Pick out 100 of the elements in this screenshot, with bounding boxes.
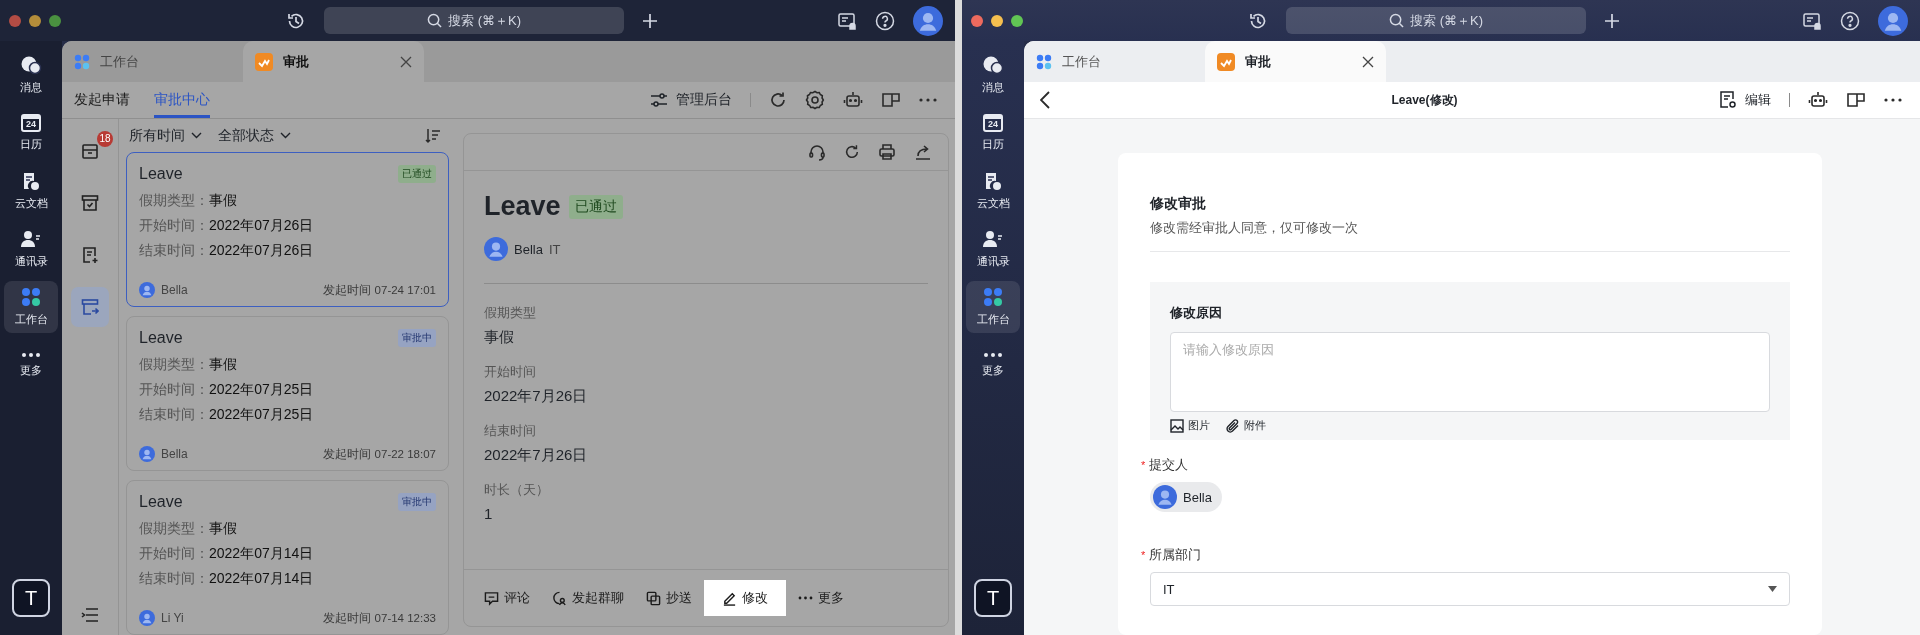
app-tab[interactable]: 工作台 (1024, 41, 1205, 82)
nav-tab[interactable]: 发起申请 (74, 82, 130, 118)
field-label: 结束时间 (484, 422, 537, 440)
search-field[interactable]: 搜索 (⌘＋K) (1286, 7, 1586, 34)
document-add-icon (81, 246, 99, 264)
notification-screen-icon[interactable] (837, 10, 857, 31)
field-value: 事假 (484, 328, 515, 347)
action-button[interactable]: 发起群聊 (542, 580, 634, 616)
field-value: 2022年07月25日 (209, 406, 314, 424)
refresh-icon[interactable] (769, 91, 787, 109)
share-icon[interactable] (914, 143, 932, 161)
window-minimize-icon[interactable] (991, 14, 1003, 27)
window-zoom-icon[interactable] (49, 14, 61, 27)
copy-icon (646, 590, 661, 606)
more-icon (798, 596, 813, 600)
more-icon[interactable] (1884, 98, 1902, 102)
chevron-down-icon (280, 132, 291, 139)
user-avatar (139, 446, 155, 462)
admin-link[interactable]: 管理后台 (650, 91, 732, 109)
action-button[interactable]: 更多 (788, 580, 854, 616)
search-field[interactable]: 搜索 (⌘＋K) (324, 7, 624, 34)
field-label: 结束时间： (139, 570, 209, 588)
window-zoom-icon[interactable] (1011, 14, 1023, 27)
plus-icon[interactable] (1604, 12, 1620, 29)
back-icon[interactable] (1040, 91, 1050, 109)
card-title: Leave (139, 165, 183, 183)
approval-card[interactable]: Leave 审批中 假期类型：事假 开始时间：2022年07月14日 结束时间：2022年07月14日 Li Yi 发起时间 07-14 12:33 (126, 480, 449, 635)
field-value: 事假 (209, 520, 237, 538)
rail-item[interactable]: 更多 (4, 339, 58, 391)
form-subtitle: 修改需经审批人同意，仅可修改一次 (1150, 219, 1359, 237)
side-nav-button[interactable] (71, 287, 109, 327)
image-icon (1170, 418, 1184, 433)
user-name: Bella (161, 283, 188, 297)
more-icon (983, 352, 1003, 358)
attachment-button[interactable]: 附件 (1226, 418, 1266, 433)
document-cloud-icon (983, 171, 1003, 191)
notification-screen-icon[interactable] (1802, 10, 1822, 31)
action-button[interactable]: 修改 (704, 580, 786, 616)
search-icon (427, 13, 442, 28)
window-close-icon[interactable] (971, 14, 983, 27)
window-minimize-icon[interactable] (29, 14, 41, 27)
approval-card[interactable]: Leave 审批中 假期类型：事假 开始时间：2022年07月25日 结束时间：2022年07月25日 Bella 发起时间 07-22 18:07 (126, 316, 449, 471)
rail-item[interactable]: 工作台 (966, 281, 1020, 333)
approval-app-icon (255, 52, 273, 71)
status-tag: 已通过 (398, 165, 436, 183)
user-avatar (1153, 485, 1177, 509)
split-window-icon[interactable] (1846, 90, 1866, 110)
search-icon (1389, 13, 1404, 28)
rail-item[interactable]: 24 日历 (966, 107, 1020, 159)
sort-icon[interactable] (425, 127, 441, 144)
profile-button[interactable]: T (12, 579, 50, 617)
department-select[interactable]: IT (1150, 572, 1790, 606)
filter-dropdown[interactable]: 所有时间 (129, 126, 202, 145)
approval-card[interactable]: Leave 已通过 假期类型：事假 开始时间：2022年07月26日 结束时间：2022年07月26日 Bella 发起时间 07-24 17:01 (126, 152, 449, 307)
rail-item[interactable]: 工作台 (4, 281, 58, 333)
settings-icon[interactable] (805, 90, 825, 110)
robot-icon[interactable] (1808, 90, 1828, 110)
page-title: Leave(修改) (1390, 91, 1459, 109)
print-icon[interactable] (878, 143, 896, 161)
help-icon[interactable] (1840, 10, 1860, 31)
rail-item[interactable]: 24 日历 (4, 107, 58, 159)
field-label: 修改原因 (1170, 304, 1223, 322)
app-tab[interactable]: 审批 (1205, 41, 1386, 82)
action-button[interactable]: 评论 (474, 580, 540, 616)
rail-item[interactable]: 消息 (4, 49, 58, 101)
window-close-icon[interactable] (9, 14, 21, 27)
field-label: 提交人 (1149, 456, 1189, 474)
split-window-icon[interactable] (881, 90, 901, 110)
rail-item[interactable]: 消息 (966, 49, 1020, 101)
form-title: 修改审批 (1150, 195, 1207, 213)
rail-item[interactable]: 云文档 (4, 165, 58, 217)
action-button[interactable]: 抄送 (636, 580, 702, 616)
field-label: 假期类型： (139, 192, 209, 210)
rail-item[interactable]: 云文档 (966, 165, 1020, 217)
form-settings-icon (1719, 91, 1737, 109)
filter-dropdown[interactable]: 全部状态 (218, 126, 291, 145)
edit-button[interactable]: 编辑 (1719, 91, 1771, 109)
robot-icon[interactable] (843, 90, 863, 110)
close-icon[interactable] (1362, 55, 1374, 68)
headset-icon[interactable] (808, 143, 826, 161)
list-collapse-icon[interactable] (81, 607, 99, 623)
rail-item[interactable]: 更多 (966, 339, 1020, 391)
rail-item[interactable]: 通讯录 (966, 223, 1020, 275)
reason-input[interactable]: 请输入修改原因 (1170, 332, 1770, 412)
field-label: 假期类型： (139, 520, 209, 538)
attachment-button[interactable]: 图片 (1170, 418, 1210, 433)
app-tab[interactable]: 工作台 (62, 41, 243, 82)
refresh-icon[interactable] (844, 144, 860, 160)
rail-item[interactable]: 通讯录 (4, 223, 58, 275)
chat-bubbles-icon (20, 55, 42, 75)
help-icon[interactable] (875, 10, 895, 31)
close-icon[interactable] (400, 55, 412, 68)
app-tab[interactable]: 审批 (243, 41, 424, 82)
more-icon[interactable] (919, 98, 937, 102)
plus-icon[interactable] (642, 12, 658, 29)
field-label: 假期类型 (484, 304, 537, 322)
required-mark: * (1141, 549, 1146, 561)
person-chip[interactable]: Bella (1150, 482, 1222, 512)
profile-button[interactable]: T (974, 579, 1012, 617)
more-icon (21, 352, 41, 358)
